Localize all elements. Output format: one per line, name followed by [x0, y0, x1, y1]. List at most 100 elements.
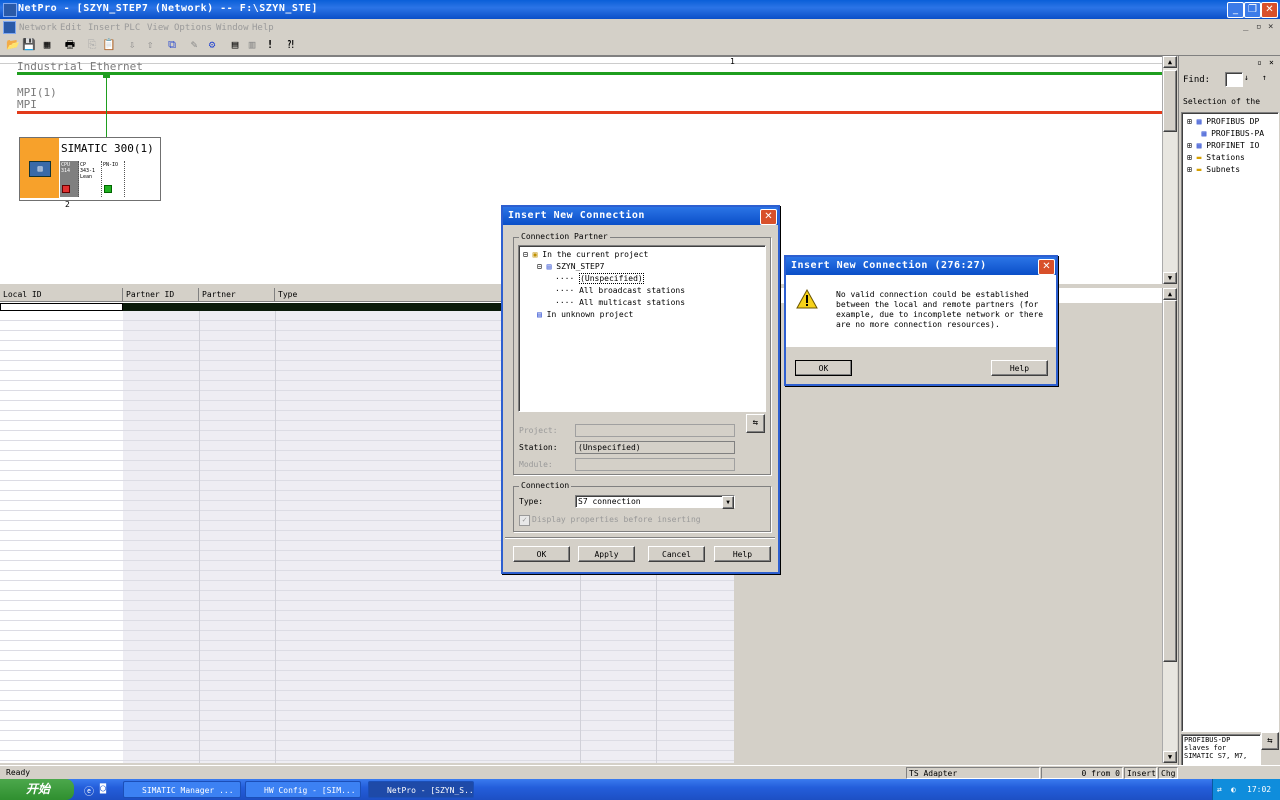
column-header-type[interactable]: Type	[275, 288, 502, 302]
maximize-button[interactable]: ❐	[1244, 2, 1261, 18]
table-scroll-thumb[interactable]	[1163, 300, 1177, 662]
tree-current-project[interactable]: ⊟ ▣ In the current project	[523, 250, 648, 259]
tree-broadcast[interactable]: ···· All broadcast stations	[555, 286, 685, 295]
module-cp[interactable]: CP 343-1 Lean	[79, 161, 102, 197]
table-scroll-up-icon[interactable]: ▲	[1163, 288, 1177, 300]
profile-selection-label: Selection of the	[1183, 97, 1261, 106]
column-header-local-id[interactable]: Local ID	[0, 288, 123, 302]
mdi-close-icon[interactable]: ×	[1268, 22, 1273, 32]
network-icon[interactable]: ⧉	[165, 38, 179, 52]
copy-icon[interactable]: ⎘	[85, 38, 99, 52]
insert-connection-dialog: Insert New Connection ✕ Connection Partn…	[501, 205, 780, 574]
catalog-icon[interactable]: ▤	[228, 38, 242, 52]
tray-volume-icon[interactable]: ◐	[1231, 779, 1236, 800]
menu-network[interactable]: Network	[19, 23, 57, 33]
connections-icon[interactable]: ⚙	[205, 38, 219, 52]
taskbar: 开始 ⓔ ◙ SIMATIC Manager ... HW Config - […	[0, 779, 1280, 800]
menu-window[interactable]: Window	[216, 23, 249, 33]
table-scrollbar[interactable]: ▲ ▼	[1162, 288, 1177, 763]
error-ok-button[interactable]: OK	[795, 360, 852, 376]
tree-item-stations[interactable]: ⊞ ▬ Stations	[1187, 153, 1245, 162]
menu-edit[interactable]: Edit	[60, 23, 82, 33]
exclamation-icon[interactable]: !	[263, 38, 277, 52]
save-icon[interactable]: 💾	[22, 38, 36, 52]
project-field	[575, 424, 735, 437]
overview-icon[interactable]: ▥	[245, 38, 259, 52]
tree-unspecified[interactable]: ···· (Unspecified)	[555, 273, 644, 284]
chevron-down-icon[interactable]: ▼	[722, 496, 734, 509]
desktop-quicklaunch-icon[interactable]: ◙	[100, 783, 106, 794]
task-netpro[interactable]: NetPro - [SZYN_S...	[368, 781, 474, 798]
connection-group-label: Connection	[519, 481, 572, 490]
download-icon[interactable]: ⇩	[125, 38, 139, 52]
save-compile-icon[interactable]: ▦	[40, 38, 54, 52]
menu-options[interactable]: Options	[174, 23, 212, 33]
connection-partner-group: Connection Partner ⊟ ▣ In the current pr…	[513, 232, 771, 475]
ruler	[0, 57, 1162, 64]
tree-unknown-project[interactable]: ▤ In unknown project	[537, 310, 633, 319]
message-area: No valid connection could be established…	[786, 275, 1056, 347]
configure-icon[interactable]: ✎	[187, 38, 201, 52]
column-header-partner[interactable]: Partner	[199, 288, 275, 302]
network-scrollbar[interactable]: ▲ ▼	[1162, 56, 1177, 284]
start-button[interactable]: 开始	[0, 779, 74, 800]
ethernet-bus[interactable]	[17, 72, 1162, 75]
display-properties-checkbox[interactable]: ✓	[519, 515, 530, 526]
ruler-number: 1	[730, 57, 735, 66]
mpi-bus[interactable]	[17, 111, 1162, 114]
table-row[interactable]	[0, 303, 123, 311]
help-button[interactable]: Help	[714, 546, 771, 562]
print-icon[interactable]: 🖶	[63, 38, 77, 52]
dialog-close-button[interactable]: ✕	[760, 209, 777, 225]
catalog-restore-icon[interactable]: ▫	[1257, 58, 1262, 67]
find-input[interactable]	[1225, 72, 1243, 87]
scroll-thumb[interactable]	[1163, 70, 1177, 132]
warning-icon	[796, 289, 818, 309]
close-button[interactable]: ✕	[1261, 2, 1278, 18]
tree-item-profibus-dp[interactable]: ⊞ ▦ PROFIBUS DP	[1187, 117, 1259, 126]
apply-button[interactable]: Apply	[578, 546, 635, 562]
open-folder-icon[interactable]: 📂	[6, 38, 20, 52]
paste-icon[interactable]: 📋	[102, 38, 116, 52]
error-close-button[interactable]: ✕	[1038, 259, 1055, 275]
catalog-close-icon[interactable]: ×	[1269, 58, 1274, 67]
ok-button[interactable]: OK	[513, 546, 570, 562]
menu-insert[interactable]: Insert	[88, 23, 121, 33]
tree-item-profibus-pa[interactable]: ▦ PROFIBUS-PA	[1187, 129, 1264, 138]
swap-button[interactable]: ⇆	[746, 414, 765, 433]
status-chg: Chg	[1158, 767, 1178, 779]
minimize-button[interactable]: _	[1227, 2, 1244, 18]
task-hw-config[interactable]: HW Config - [SIM...	[245, 781, 361, 798]
table-row-selected[interactable]	[123, 303, 502, 311]
tree-multicast[interactable]: ···· All multicast stations	[555, 298, 685, 307]
find-previous-icon[interactable]: ↑	[1262, 73, 1267, 82]
menu-plc[interactable]: PLC	[124, 23, 140, 33]
catalog-info-button[interactable]: ⇆	[1261, 732, 1279, 750]
status-adapter: TS Adapter	[906, 767, 1040, 779]
module-pn-io[interactable]: PN-IO	[102, 161, 125, 197]
system-tray: ⇄ ◐ 17:02	[1212, 779, 1280, 800]
scroll-down-icon[interactable]: ▼	[1163, 272, 1177, 284]
find-next-icon[interactable]: ↓	[1244, 73, 1249, 82]
table-scroll-down-icon[interactable]: ▼	[1163, 751, 1177, 763]
module-cpu[interactable]: CPU 314	[60, 161, 79, 197]
menu-view[interactable]: View	[147, 23, 169, 33]
tree-item-subnets[interactable]: ⊞ ▬ Subnets	[1187, 165, 1240, 174]
error-help-button[interactable]: Help	[991, 360, 1048, 376]
menu-help[interactable]: Help	[252, 23, 274, 33]
mdi-restore-icon[interactable]: ▫	[1256, 22, 1261, 32]
column-header-partner-id[interactable]: Partner ID	[123, 288, 199, 302]
status-bar: Ready TS Adapter 0 from 0 selected Inser…	[0, 765, 1280, 790]
tree-project-szyn[interactable]: ⊟ ▤ SZYN_STEP7	[537, 262, 604, 271]
station-simatic-300[interactable]: ▥ SIMATIC 300(1) CPU 314 CP 343-1 Lean P…	[19, 137, 161, 201]
tree-item-profinet-io[interactable]: ⊞ ▦ PROFINET IO	[1187, 141, 1259, 150]
tray-network-icon[interactable]: ⇄	[1217, 779, 1222, 800]
cancel-button[interactable]: Cancel	[648, 546, 705, 562]
ie-quicklaunch-icon[interactable]: ⓔ	[84, 783, 94, 798]
task-simatic-manager[interactable]: SIMATIC Manager ...	[123, 781, 241, 798]
mdi-minimize-icon[interactable]: _	[1243, 22, 1248, 32]
connection-type-select[interactable]: S7 connection ▼	[575, 495, 735, 509]
scroll-up-icon[interactable]: ▲	[1163, 56, 1177, 68]
upload-icon[interactable]: ⇧	[143, 38, 157, 52]
help-pointer-icon[interactable]: ⁈	[284, 38, 298, 52]
